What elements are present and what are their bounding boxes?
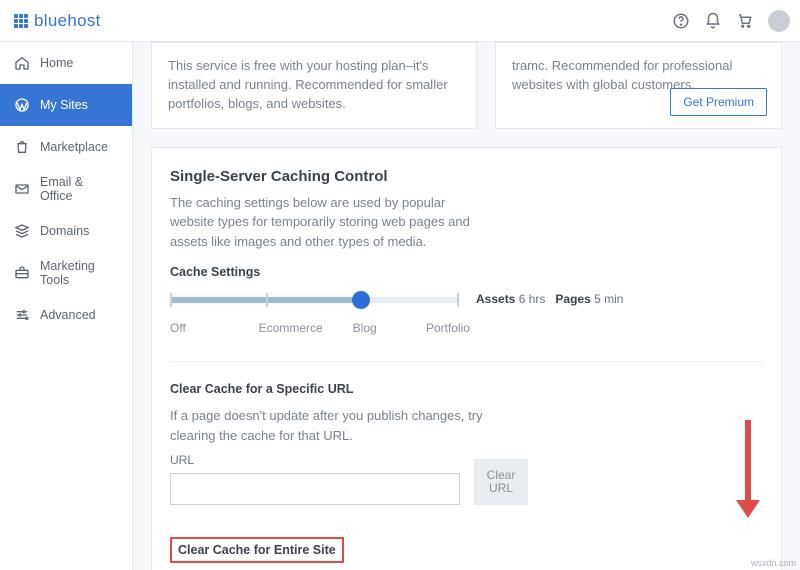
get-premium-button[interactable]: Get Premium — [670, 88, 767, 116]
sidebar: Home My Sites Marketplace Email & Office… — [0, 42, 133, 570]
bag-icon — [14, 139, 30, 155]
nav-label: Advanced — [40, 308, 96, 322]
grid-icon — [14, 14, 28, 28]
level-blog: Blog — [323, 321, 412, 335]
nav-label: Domains — [40, 224, 89, 238]
nav-label: Email & Office — [40, 175, 118, 203]
url-label: URL — [170, 453, 460, 467]
layers-icon — [14, 223, 30, 239]
slider-knob[interactable] — [352, 291, 370, 309]
home-icon — [14, 55, 30, 71]
cache-level-slider[interactable] — [170, 289, 460, 309]
cache-settings-label: Cache Settings — [170, 265, 763, 279]
brand-name: bluehost — [34, 11, 101, 31]
nav-label: Marketplace — [40, 140, 108, 154]
wordpress-icon — [14, 97, 30, 113]
nav-marketing[interactable]: Marketing Tools — [0, 252, 132, 294]
mail-icon — [14, 181, 30, 197]
help-icon[interactable] — [672, 12, 690, 30]
nav-home[interactable]: Home — [0, 42, 132, 84]
nav-email[interactable]: Email & Office — [0, 168, 132, 210]
avatar[interactable] — [768, 10, 790, 32]
panel-title: Single-Server Caching Control — [170, 168, 763, 185]
sliders-icon — [14, 307, 30, 323]
nav-domains[interactable]: Domains — [0, 210, 132, 252]
nav-label: Marketing Tools — [40, 259, 118, 287]
url-input[interactable] — [170, 473, 460, 505]
nav-mysites[interactable]: My Sites — [0, 84, 132, 126]
nav-marketplace[interactable]: Marketplace — [0, 126, 132, 168]
cart-icon[interactable] — [736, 12, 754, 30]
level-portfolio: Portfolio — [411, 321, 470, 335]
brand-logo[interactable]: bluehost — [14, 11, 101, 31]
slider-labels: Off Ecommerce Blog Portfolio — [170, 321, 470, 335]
main-content: This service is free with your hosting p… — [133, 42, 800, 570]
plan-info-text: This service is free with your hosting p… — [168, 58, 448, 111]
toolbox-icon — [14, 265, 30, 281]
top-actions — [672, 10, 790, 32]
specific-url-title: Clear Cache for a Specific URL — [170, 382, 763, 396]
premium-card-text: tramc. Recommended for professional webs… — [512, 58, 732, 92]
level-ecommerce: Ecommerce — [229, 321, 323, 335]
top-header: bluehost — [0, 0, 800, 42]
panel-desc: The caching settings below are used by p… — [170, 193, 490, 252]
cache-status-text: Assets 6 hrs Pages 5 min — [476, 292, 623, 306]
entire-site-title: Clear Cache for Entire Site — [170, 537, 344, 563]
nav-label: My Sites — [40, 98, 88, 112]
specific-url-desc: If a page doesn't update after you publi… — [170, 406, 490, 445]
plan-info-card: This service is free with your hosting p… — [151, 42, 477, 129]
bell-icon[interactable] — [704, 12, 722, 30]
nav-label: Home — [40, 56, 73, 70]
premium-card: tramc. Recommended for professional webs… — [495, 42, 782, 129]
clear-url-button[interactable]: Clear URL — [474, 459, 528, 505]
watermark: wsxdn.com — [751, 558, 796, 568]
nav-advanced[interactable]: Advanced — [0, 294, 132, 336]
caching-panel: Single-Server Caching Control The cachin… — [151, 147, 782, 570]
level-off: Off — [170, 321, 229, 335]
